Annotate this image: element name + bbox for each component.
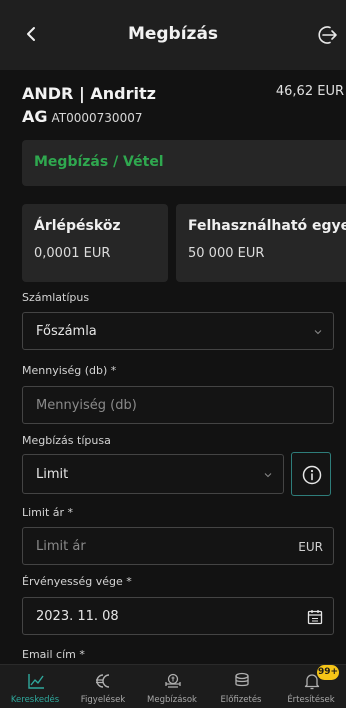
nav-item-watchlist[interactable]: Figyelések — [68, 665, 138, 708]
chart-line-icon — [28, 674, 44, 689]
available-balance-title: Felhasználható egye — [188, 218, 346, 234]
tick-size-title: Árlépésköz — [34, 218, 121, 234]
limit-price-currency: EUR — [298, 540, 323, 554]
instrument-name: ANDR | Andritz — [22, 84, 156, 103]
info-button[interactable] — [291, 452, 331, 496]
order-direction-label: Megbízás / Vétel — [34, 154, 164, 170]
limit-price-input[interactable]: Limit ár EUR — [22, 527, 334, 565]
nav-label-subscription: Előfizetés — [220, 695, 262, 705]
account-type-label: Számlatípus — [22, 291, 90, 304]
order-screen: Megbízás ANDR | Andritz AG AT0000730007 4… — [0, 0, 346, 708]
limit-price-label: Limit ár * — [22, 506, 74, 519]
available-balance-card: Felhasználható egye 50 000 EUR — [176, 204, 346, 282]
limit-price-placeholder: Limit ár — [36, 539, 86, 554]
account-type-value: Főszámla — [36, 324, 97, 339]
logout-icon[interactable] — [314, 22, 340, 48]
available-balance-value: 50 000 EUR — [188, 246, 265, 261]
nav-item-notifications[interactable]: 99+ Értesítések — [276, 665, 346, 708]
quantity-label: Mennyiség (db) * — [22, 364, 117, 377]
chevron-down-icon — [264, 473, 272, 478]
nav-label-notifications: Értesítések — [287, 695, 335, 705]
chevron-down-icon — [314, 330, 322, 335]
bottom-nav: Kereskedés Figyelések Megbízások Előfize… — [0, 664, 346, 708]
instrument-isin: AT0000730007 — [51, 111, 143, 125]
nav-item-trading[interactable]: Kereskedés — [0, 665, 70, 708]
tick-size-value: 0,0001 EUR — [34, 246, 111, 261]
order-type-label: Megbízás típusa — [22, 434, 111, 447]
page-title: Megbízás — [127, 24, 219, 44]
instrument-name-suffix: AG — [22, 107, 48, 126]
valid-until-value: 2023. 11. 08 — [36, 609, 119, 624]
nav-item-orders[interactable]: Megbízások — [137, 665, 207, 708]
account-type-select[interactable]: Főszámla — [22, 312, 334, 350]
nav-label-orders: Megbízások — [147, 695, 197, 705]
tick-size-card: Árlépésköz 0,0001 EUR — [22, 204, 168, 282]
currency-watch-icon — [96, 674, 110, 688]
top-bar: Megbízás — [0, 0, 346, 70]
order-type-value: Limit — [36, 467, 69, 482]
notification-badge: 99+ — [317, 665, 339, 680]
order-type-select[interactable]: Limit — [22, 454, 284, 494]
order-direction-card: Megbízás / Vétel — [22, 140, 346, 186]
email-label: Email cím * — [22, 648, 85, 661]
instrument-price: 46,62 EUR — [275, 84, 344, 99]
orders-icon — [165, 673, 181, 688]
quantity-input[interactable]: Mennyiség (db) — [22, 386, 334, 424]
valid-until-input[interactable]: 2023. 11. 08 — [22, 597, 334, 635]
nav-label-trading: Kereskedés — [10, 695, 60, 705]
info-icon — [302, 465, 322, 485]
calendar-icon[interactable] — [306, 608, 324, 626]
nav-item-subscription[interactable]: Előfizetés — [206, 665, 276, 708]
nav-label-watchlist: Figyelések — [80, 695, 126, 705]
stack-icon — [235, 672, 249, 687]
valid-until-label: Érvényesség vége * — [22, 575, 132, 588]
quantity-placeholder: Mennyiség (db) — [36, 398, 137, 413]
instrument-name-line2: AG AT0000730007 — [22, 107, 142, 126]
